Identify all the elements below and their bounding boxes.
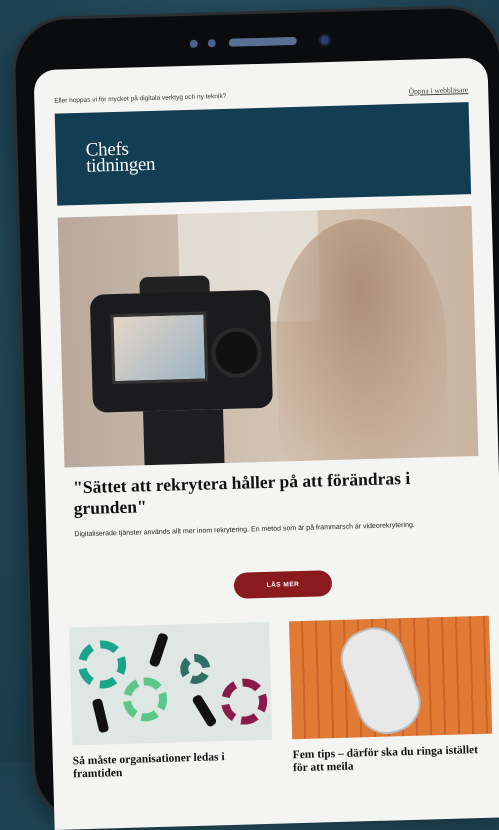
gear-icon xyxy=(179,653,211,685)
tripod xyxy=(143,409,225,466)
logo-line-2: tidningen xyxy=(85,153,156,177)
blurred-person xyxy=(272,216,450,462)
gear-icon xyxy=(122,676,168,722)
article-card[interactable]: Fem tips – därför ska du ringa istället … xyxy=(288,615,494,776)
gear-icon xyxy=(77,639,127,690)
article-card[interactable]: Så måste organisationer ledas i framtide… xyxy=(69,621,274,782)
hero-image[interactable] xyxy=(57,206,479,468)
read-more-button[interactable]: LÄS MER xyxy=(233,570,333,599)
gears-illustration[interactable] xyxy=(69,621,273,746)
speaker-grille xyxy=(228,36,297,47)
chefstidningen-logo[interactable]: Chefs tidningen xyxy=(85,139,156,177)
newsletter-header: Chefs tidningen xyxy=(54,102,472,206)
person-figure xyxy=(191,693,218,728)
card-title[interactable]: Så måste organisationer ledas i framtide… xyxy=(73,750,274,782)
email-screen[interactable]: Eller hoppas vi för mycket på digitala v… xyxy=(33,57,499,830)
camera-screen xyxy=(110,311,209,385)
open-in-browser-link[interactable]: Öppna i webbläsare xyxy=(409,85,469,96)
person-figure xyxy=(148,632,169,668)
front-camera-icon xyxy=(318,33,331,47)
gear-icon xyxy=(220,677,268,726)
phone-illustration[interactable] xyxy=(288,615,493,740)
phone-frame: Eller hoppas vi för mycket på digitala v… xyxy=(14,7,499,830)
article-lead: Digitaliserade tjänster används allt mer… xyxy=(74,521,415,539)
sensor-dot xyxy=(207,39,216,48)
telephone-handset-icon xyxy=(332,619,429,740)
card-title[interactable]: Fem tips – därför ska du ringa istället … xyxy=(293,744,494,776)
preheader-text: Eller hoppas vi för mycket på digitala v… xyxy=(54,92,227,105)
sensor-dot xyxy=(189,39,198,48)
article-headline[interactable]: "Sättet att rekrytera håller på att förä… xyxy=(73,466,474,519)
person-figure xyxy=(91,697,110,734)
